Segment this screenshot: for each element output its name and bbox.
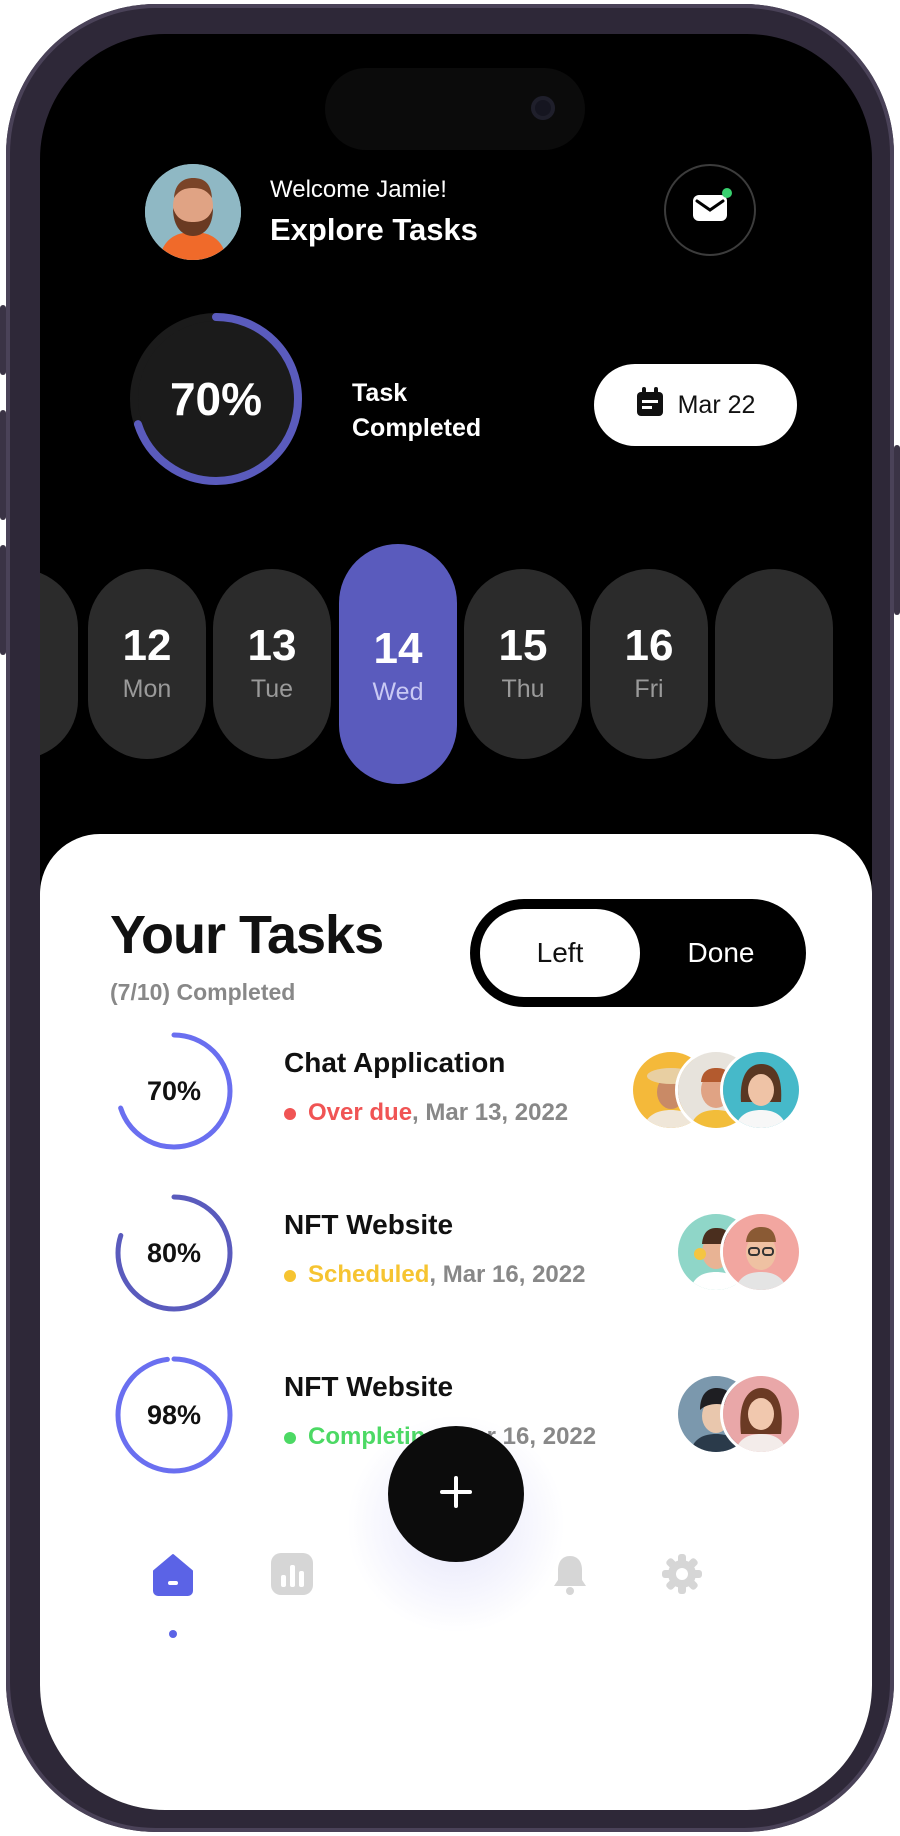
day-number: 14: [373, 624, 423, 673]
assignee-avatars[interactable]: [675, 1373, 802, 1455]
task-name: NFT Website: [284, 1209, 454, 1240]
side-button: [894, 445, 900, 615]
bell-icon: [550, 1552, 590, 1601]
mail-icon: [692, 193, 728, 228]
notification-dot: [722, 188, 732, 198]
section-title: Your Tasks: [110, 905, 384, 965]
tasks-sheet: Your Tasks (7/10) Completed Left Done 70…: [40, 834, 872, 1810]
gear-icon: [660, 1552, 704, 1601]
task-status: Scheduled: [308, 1261, 430, 1288]
task-percent: 80%: [146, 1237, 202, 1268]
day-name: Wed: [372, 678, 424, 706]
task-row[interactable]: 80% NFT Website Scheduled, Mar 16, 2022: [40, 1191, 872, 1321]
day-item-mon[interactable]: 12 Mon: [88, 569, 206, 759]
day-name: Thu: [501, 675, 545, 703]
dynamic-island: [325, 68, 585, 150]
camera: [531, 96, 555, 120]
task-percent: 98%: [146, 1399, 202, 1430]
overall-percent: 70%: [169, 373, 263, 425]
assignee-avatar: [720, 1211, 802, 1293]
status-dot: [284, 1107, 296, 1120]
welcome-text: Welcome Jamie!: [270, 176, 447, 203]
status-dot: [284, 1431, 296, 1444]
nav-notifications[interactable]: [540, 1546, 600, 1606]
status-dot: [284, 1269, 296, 1282]
task-filter-toggle[interactable]: Left Done: [470, 899, 806, 1007]
day-number: 16: [624, 621, 674, 670]
date-picker-button[interactable]: Mar 22: [594, 364, 797, 446]
task-name: Chat Application: [284, 1047, 506, 1078]
task-percent: 70%: [146, 1075, 202, 1106]
day-name: Mon: [122, 675, 172, 703]
day-name: Tue: [250, 675, 294, 703]
day-number: 12: [122, 621, 172, 670]
chart-icon: [269, 1551, 315, 1602]
nav-home[interactable]: [143, 1546, 203, 1606]
assignee-avatar: [720, 1049, 802, 1131]
day-item-thu[interactable]: 15 Thu: [464, 569, 582, 759]
task-row[interactable]: 70% Chat Application Over due, Mar 13, 2…: [40, 1029, 872, 1159]
user-avatar[interactable]: [145, 164, 241, 260]
task-date: , Mar 16, 2022: [429, 1261, 586, 1288]
assignee-avatar: [720, 1373, 802, 1455]
assignee-avatars[interactable]: [630, 1049, 802, 1131]
phone-frame: Welcome Jamie! Explore Tasks 70% Task Co…: [6, 4, 894, 1832]
nav-settings[interactable]: [652, 1546, 712, 1606]
day-item-wed[interactable]: 14 Wed: [339, 544, 457, 784]
task-completed-label: Task Completed: [352, 379, 482, 442]
page-title: Explore Tasks: [270, 212, 478, 247]
add-task-button[interactable]: [388, 1426, 524, 1562]
assignee-avatars[interactable]: [675, 1211, 802, 1293]
nav-stats[interactable]: [262, 1546, 322, 1606]
calendar-icon: [636, 386, 664, 424]
task-meta: Scheduled, Mar 16, 2022: [284, 1261, 585, 1289]
phone-screen: Welcome Jamie! Explore Tasks 70% Task Co…: [40, 34, 872, 1810]
day-number: 13: [247, 621, 297, 670]
day-name: Fri: [634, 675, 664, 703]
nav-active-indicator: [169, 1630, 177, 1638]
plus-icon: [438, 1474, 474, 1515]
date-label: Mar 22: [677, 390, 756, 419]
completed-count: (7/10) Completed: [110, 979, 296, 1005]
day-item-partial[interactable]: [715, 569, 833, 759]
task-status: Over due: [308, 1099, 413, 1126]
task-name: NFT Website: [284, 1371, 454, 1402]
task-date: , Mar 13, 2022: [412, 1099, 569, 1126]
home-icon: [150, 1551, 196, 1602]
toggle-left[interactable]: Left: [480, 909, 640, 997]
mail-button[interactable]: [664, 164, 756, 256]
day-item-tue[interactable]: 13 Tue: [213, 569, 331, 759]
day-item-fri[interactable]: 16 Fri: [590, 569, 708, 759]
day-item-partial[interactable]: [40, 569, 78, 759]
toggle-done[interactable]: Done: [646, 909, 796, 997]
day-number: 15: [498, 621, 548, 670]
task-meta: Over due, Mar 13, 2022: [284, 1099, 568, 1127]
